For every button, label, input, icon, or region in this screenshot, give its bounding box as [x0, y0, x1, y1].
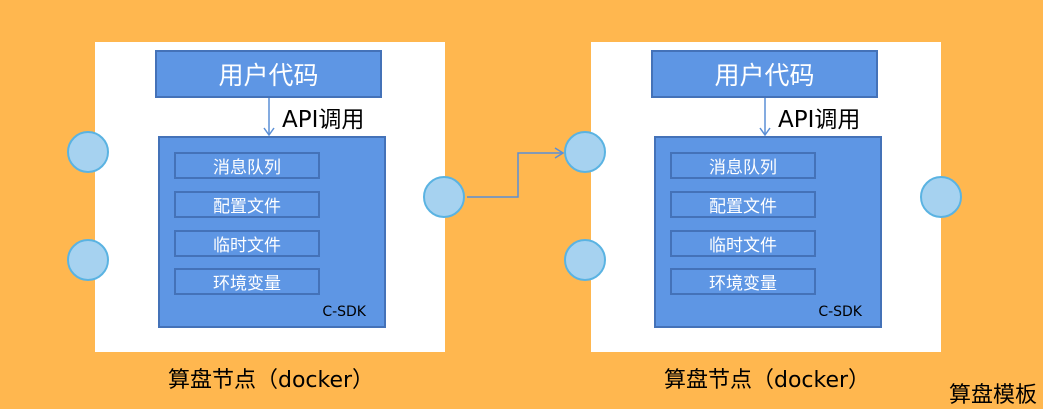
connector-line [467, 147, 565, 198]
node-caption: 算盘节点（docker） [168, 368, 375, 393]
diagram: 用户代码 API调用 消息队列 配置文件 临时文件 环境变量 C-SDK 用户代… [0, 0, 1043, 409]
input-port [67, 239, 109, 281]
output-port [423, 176, 465, 218]
node-caption: 算盘节点（docker） [664, 368, 871, 393]
input-port [564, 239, 606, 281]
output-port [920, 176, 962, 218]
template-label: 算盘模板 [948, 383, 1037, 408]
input-port [67, 131, 109, 173]
input-port [564, 131, 606, 173]
